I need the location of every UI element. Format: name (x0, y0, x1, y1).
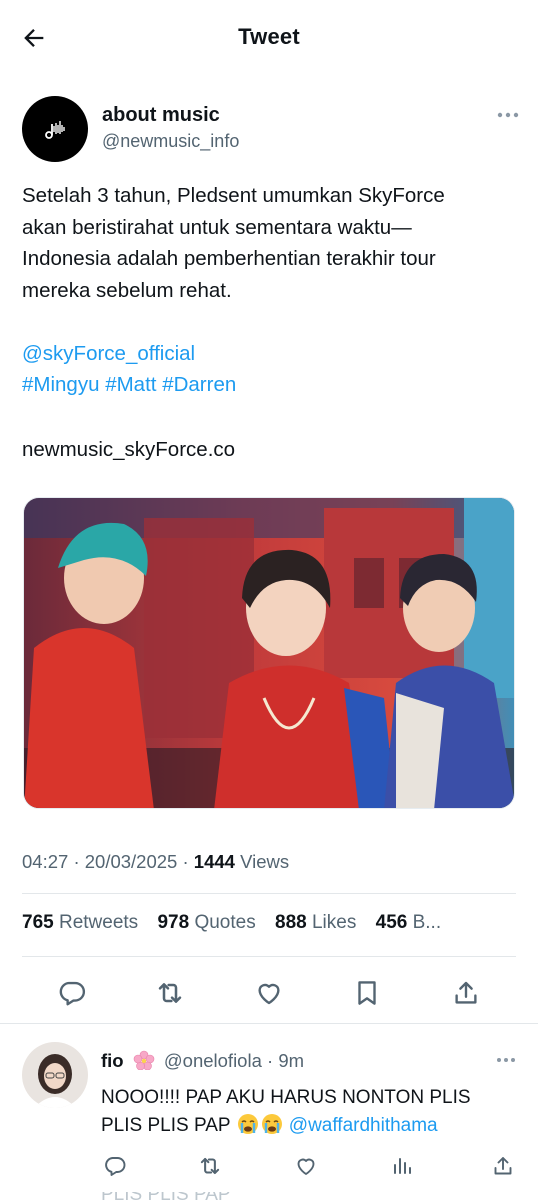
cherry-blossom-icon (133, 1050, 155, 1070)
reply-avatar[interactable] (22, 1042, 88, 1108)
like-button[interactable] (252, 976, 286, 1010)
reply-icon (105, 1157, 126, 1176)
reply-reply-button[interactable] (101, 1152, 129, 1180)
stat-bookmarks[interactable]: 456 B... (376, 912, 442, 934)
reply-mention-link[interactable]: @waffardhithama (289, 1115, 438, 1136)
divider (22, 893, 516, 894)
tweet-line: Indonesia adalah pemberhentian terakhir … (22, 247, 436, 270)
author-handle[interactable]: @newmusic_info (102, 131, 239, 152)
reply-icon (59, 981, 86, 1006)
tweet-author: about music @newmusic_info (22, 96, 520, 162)
stat-quotes[interactable]: 978 Quotes (157, 912, 255, 934)
reply-share-button[interactable] (489, 1152, 517, 1180)
reply-actions (0, 1148, 538, 1182)
bookmark-button[interactable] (350, 976, 384, 1010)
reply-retweet-button[interactable] (196, 1152, 224, 1180)
share-button[interactable] (449, 976, 483, 1010)
views-chart-icon (394, 1158, 411, 1174)
stat-retweets[interactable]: 765 Retweets (22, 912, 138, 934)
reply-author-name[interactable]: fio (101, 1050, 124, 1071)
author-name[interactable]: about music (102, 104, 220, 127)
tweet-date: 20/03/2025 (84, 851, 178, 872)
reply-header: fio @onelofiola · 9m (101, 1050, 305, 1071)
tweet-line: mereka sebelum rehat. (22, 278, 232, 302)
reply-line: NOOO!!!! PAP AKU HARUS NONTON PLIS (101, 1087, 471, 1108)
reply-views-button[interactable] (388, 1152, 416, 1180)
retweet-icon (200, 1157, 220, 1175)
tweet-line: Setelah 3 tahun, Pledsent umumkan SkyFor… (22, 184, 445, 207)
views-count: 1444 (193, 851, 235, 872)
tweet-body: Setelah 3 tahun, Pledsent umumkan SkyFor… (22, 180, 517, 401)
share-icon (455, 981, 477, 1004)
retweet-icon (158, 983, 182, 1003)
tweet-line: akan beristirahat untuk sementara waktu— (22, 215, 412, 239)
share-icon (494, 1157, 512, 1175)
engagement-stats: 765 Retweets 978 Quotes 888 Likes 456 B.… (22, 912, 518, 934)
reply-timestamp[interactable]: 9m (278, 1050, 304, 1071)
more-dots-icon (497, 112, 519, 118)
reply-author-handle[interactable]: @onelofiola (164, 1050, 262, 1071)
tweet-actions (0, 968, 538, 1014)
reply-tweet[interactable]: fio @onelofiola · 9m NOOO!!!! PAP AKU HA… (0, 1036, 538, 1200)
reply-body: NOOO!!!! PAP AKU HARUS NONTON PLIS PLIS … (101, 1084, 521, 1140)
tweet-image[interactable] (23, 497, 515, 809)
tweet-time: 04:27 (22, 851, 69, 872)
heart-icon (258, 983, 280, 1005)
hashtag-link[interactable]: #Darren (162, 373, 236, 396)
reply-line-2: PLIS PLIS PAP @waffardhithama (101, 1114, 438, 1136)
more-dots-icon (497, 1058, 515, 1062)
reply-more-button[interactable] (496, 1054, 516, 1066)
divider (0, 1023, 538, 1024)
reply-button[interactable] (55, 976, 89, 1010)
retweet-button[interactable] (153, 976, 187, 1010)
crying-face-icon (237, 1114, 258, 1134)
divider (22, 956, 516, 957)
hashtag-link[interactable]: #Matt (105, 373, 156, 396)
tweet-meta: 04:27 · 20/03/2025 · 1444 Views (22, 851, 290, 872)
avatar-photo (22, 1042, 88, 1108)
stat-likes[interactable]: 888 Likes (275, 912, 356, 934)
views-label: Views (240, 851, 290, 872)
top-bar: Tweet (0, 0, 538, 76)
mention-link[interactable]: @skyForce_official (22, 342, 195, 365)
more-options-button[interactable] (496, 108, 520, 122)
stage-photo (24, 498, 514, 808)
reply-like-button[interactable] (292, 1152, 320, 1180)
heart-icon (297, 1158, 315, 1175)
bookmark-icon (358, 981, 376, 1005)
music-note-icon (45, 121, 65, 139)
avatar[interactable] (22, 96, 88, 162)
crying-face-icon (261, 1114, 282, 1134)
page-title: Tweet (238, 24, 300, 49)
external-link[interactable]: newmusic_skyForce.co (22, 434, 235, 466)
hashtag-link[interactable]: #Mingyu (22, 373, 100, 396)
